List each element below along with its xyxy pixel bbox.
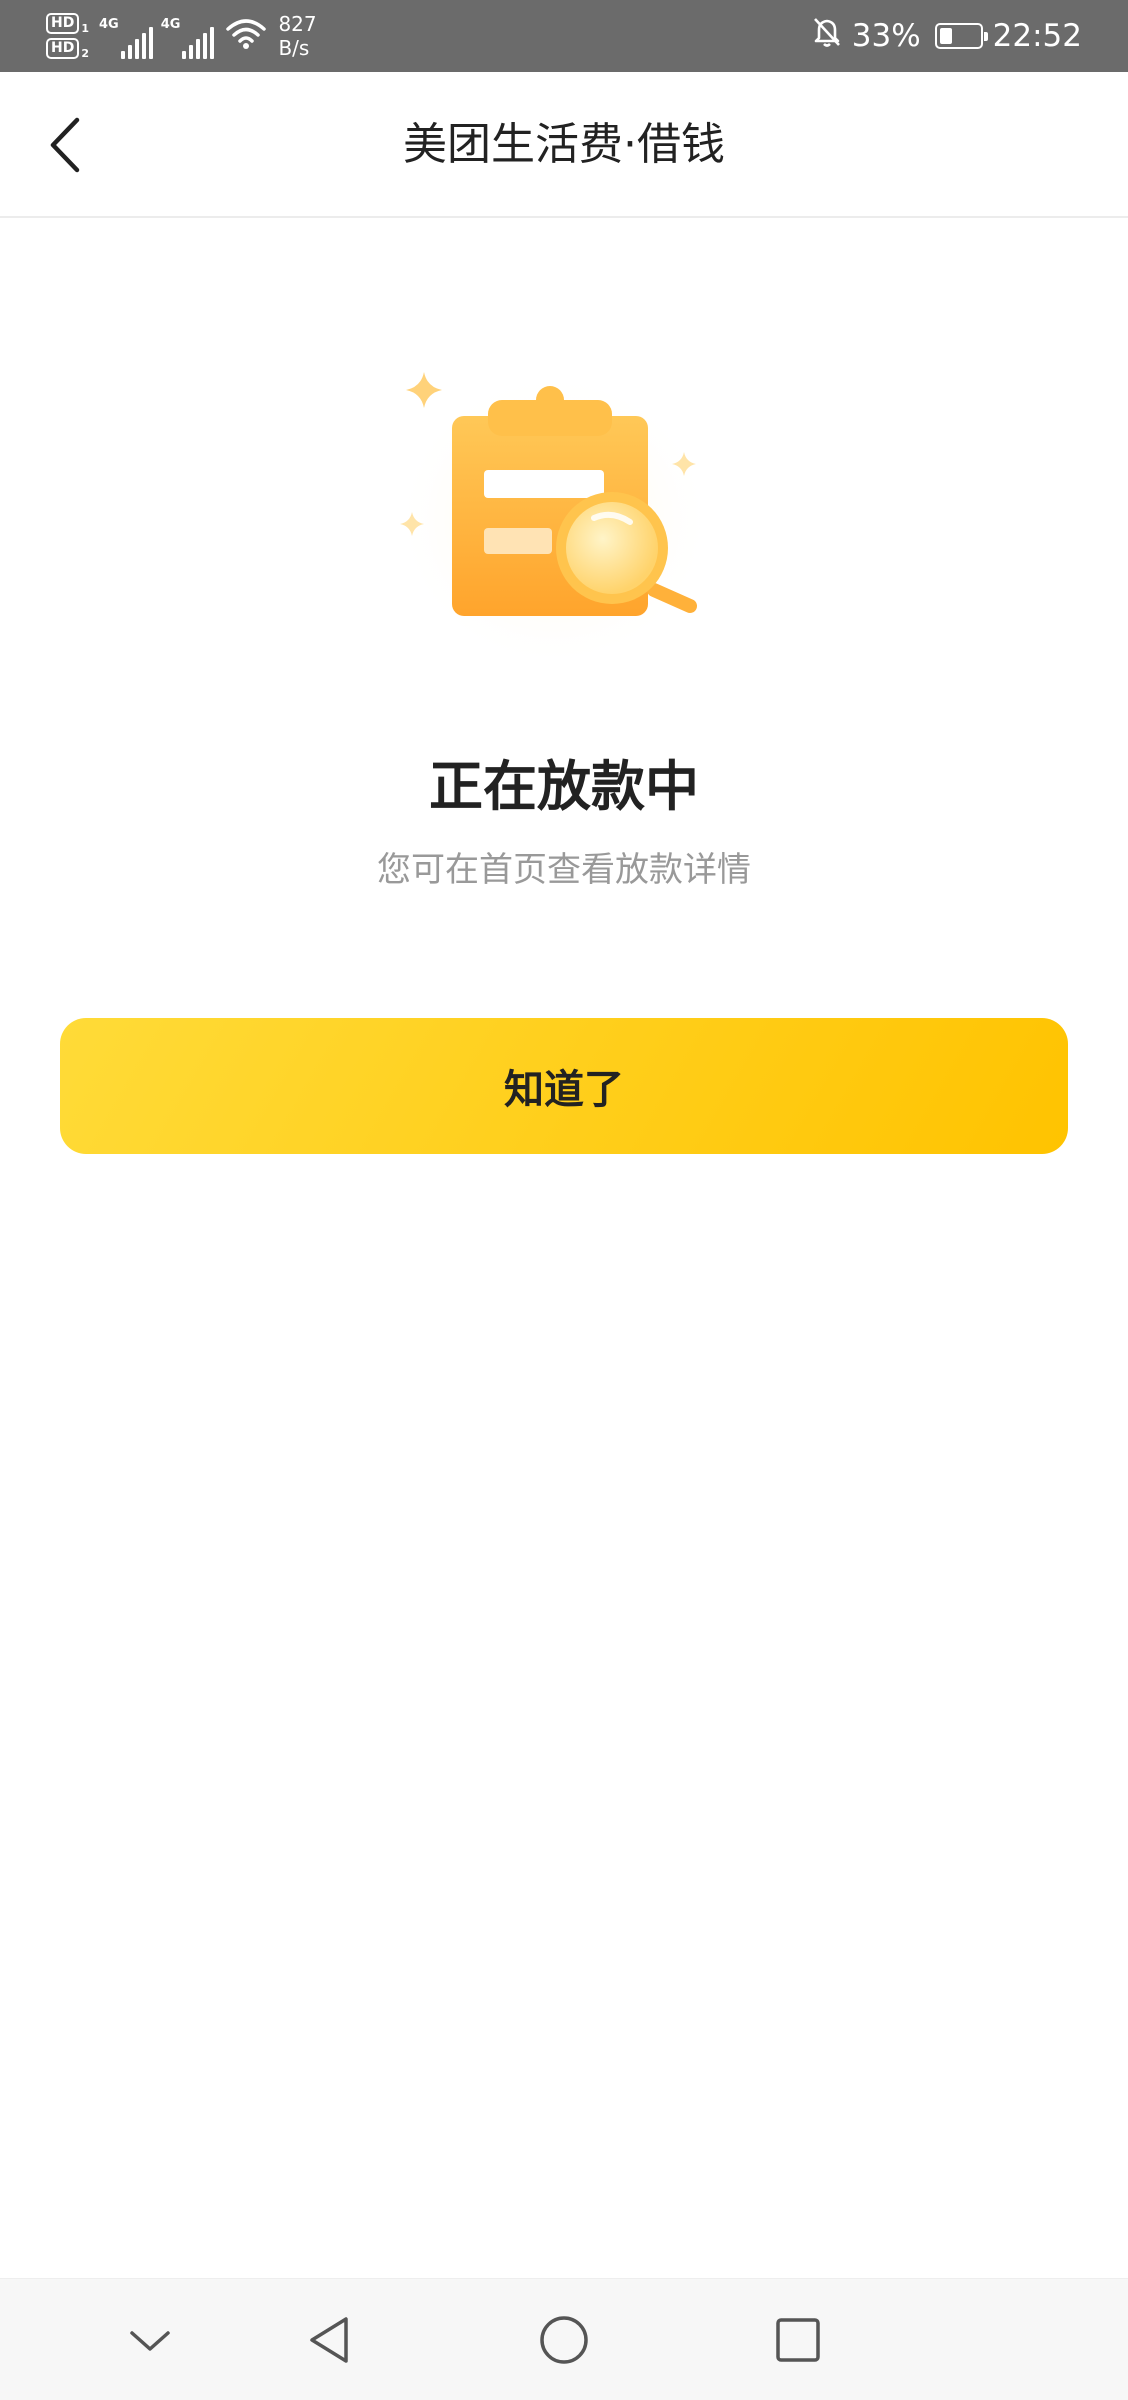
clipboard-search-icon [384,350,724,680]
nav-back-button[interactable] [294,2305,364,2375]
signal-1: 4G [99,13,153,59]
hd-badge: HD [46,38,80,59]
recents-icon [776,2318,820,2362]
status-bar: HD 1 HD 2 4G 4G 827 B/s 33% 22:52 [0,0,1128,72]
back-icon [310,2317,348,2363]
network-speed: 827 B/s [278,12,316,60]
network-type: 4G [160,17,181,32]
signal-2: 4G [161,13,215,59]
collapse-button[interactable] [115,2305,185,2375]
collapse-icon [130,2331,170,2351]
signal-icon [120,27,153,59]
status-description: 您可在首页查看放款详情 [377,850,751,890]
wifi-icon [226,18,267,54]
recents-button[interactable] [763,2305,833,2375]
status-bar-left: HD 1 HD 2 4G 4G 827 B/s [46,6,317,66]
sim-number: 1 [81,22,89,35]
app-header: 美团生活费·借钱 [0,72,1128,218]
got-it-button[interactable]: 知道了 [60,1018,1068,1154]
signal-icon [182,27,215,59]
sim-indicators: HD 1 HD 2 [46,13,89,59]
home-button[interactable] [529,2305,599,2375]
battery-percent: 33% [851,18,921,54]
home-icon [540,2316,588,2364]
status-title: 正在放款中 [429,755,699,818]
speed-unit: B/s [278,36,310,60]
network-type: 4G [99,17,119,32]
page-title: 美团生活费·借钱 [403,119,725,170]
sim1-indicator: HD 1 [46,13,89,34]
sim-number: 2 [81,47,89,60]
battery-fill [939,28,953,44]
speed-value: 827 [278,12,317,36]
bell-off-icon [812,16,842,56]
sim2-indicator: HD 2 [46,38,89,59]
system-nav-bar [0,2278,1128,2400]
battery-icon [934,23,988,49]
hd-badge: HD [46,13,80,34]
status-bar-right: 33% 22:52 [812,0,1082,72]
clock: 22:52 [992,18,1082,54]
